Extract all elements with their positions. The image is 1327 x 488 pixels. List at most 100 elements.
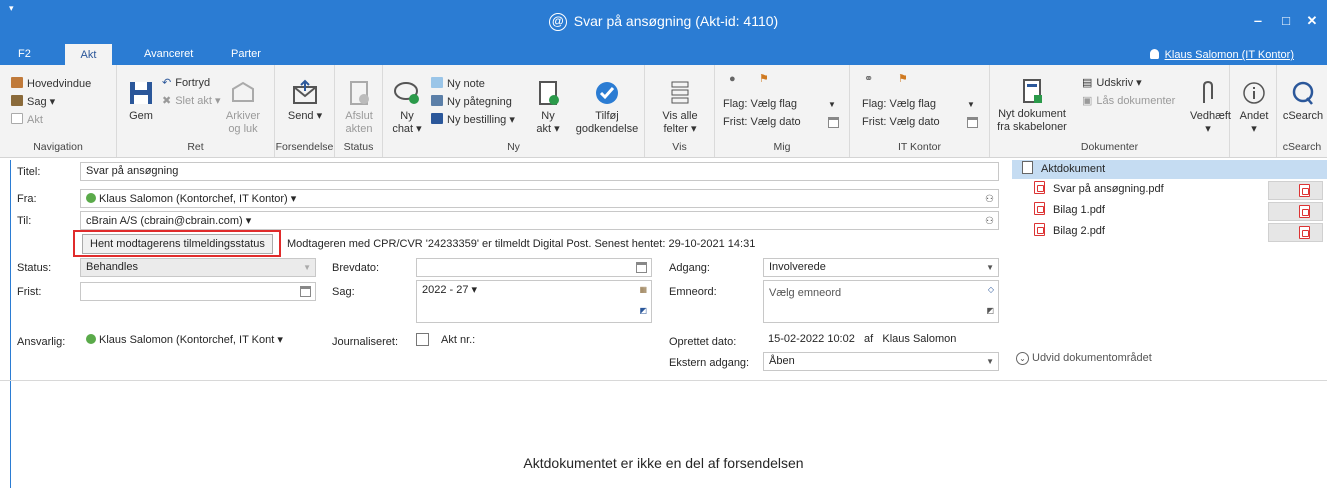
afslut-button[interactable]: Afslut akten — [339, 79, 379, 136]
document-name: Svar på ansøgning.pdf — [1053, 183, 1164, 195]
undo-icon: ↶ — [162, 77, 172, 89]
frist-calendar-icon[interactable] — [300, 286, 311, 297]
tag-icon[interactable]: ◇ — [988, 285, 994, 294]
it-flag[interactable]: Flag: Vælg flag — [862, 98, 936, 111]
ny-bestilling-button[interactable]: Ny bestilling ▾ — [431, 113, 515, 127]
tilfoej-godkendelse-button[interactable]: Tilføj godkendelse — [573, 79, 641, 136]
it-calendar-icon[interactable] — [967, 117, 978, 128]
laas-button[interactable]: ▣ Lås dokumenter — [1082, 95, 1175, 108]
people-icon-til[interactable]: ⚇ — [985, 216, 994, 227]
ny-paategning-button[interactable]: Ny påtegning — [431, 95, 512, 109]
group-mig: ● ⚑ Flag: Vælg flag ▼ Frist: Vælg dato M… — [715, 65, 850, 157]
ribbon: Hovedvindue Sag ▾ Akt Navigation Gem ↶ Fo… — [0, 65, 1327, 158]
document-format-select[interactable] — [1268, 181, 1323, 200]
nyt-dokument-label: Nyt dokument fra skabeloner — [997, 108, 1067, 133]
group-forsendelse: Send ▾ Forsendelse — [275, 65, 335, 157]
adgang-select[interactable]: Involverede ▼ — [763, 258, 999, 277]
fields-icon — [671, 81, 689, 104]
tab-parter[interactable]: Parter — [231, 48, 261, 60]
brevdato-field[interactable] — [416, 258, 652, 277]
vedhaeft-button[interactable]: Vedhæft ▾ — [1190, 79, 1231, 136]
lock-icon: ▣ — [1082, 95, 1093, 107]
ekstern-adgang-select[interactable]: Åben ▼ — [763, 352, 999, 371]
maximize-button[interactable]: □ — [1276, 13, 1296, 28]
flag-icon: ⚑ — [759, 73, 769, 85]
akt-button[interactable]: Akt — [11, 113, 43, 127]
ny-akt-button[interactable]: Ny akt ▾ — [533, 79, 563, 136]
case-link-icon[interactable]: ▦ — [639, 285, 647, 294]
ny-note-button[interactable]: Ny note — [431, 77, 485, 91]
chevron-down-icon-ekstern: ▼ — [986, 357, 994, 366]
oprettet-label: Oprettet dato: — [669, 336, 737, 348]
csearch-button[interactable]: cSearch — [1281, 79, 1325, 123]
udvid-button[interactable]: ⌄ Udvid dokumentområdet — [1016, 352, 1152, 365]
ny-chat-label: Ny chat ▾ — [392, 110, 422, 135]
gem-button[interactable]: Gem — [123, 79, 159, 123]
open-icon[interactable]: ◩ — [639, 306, 647, 315]
mig-flag[interactable]: Flag: Vælg flag — [723, 98, 797, 111]
journaliseret-checkbox[interactable] — [416, 333, 429, 346]
status-select[interactable]: Behandles ▼ — [80, 258, 316, 277]
mig-calendar-icon[interactable] — [828, 117, 839, 128]
titel-label: Titel: — [17, 166, 41, 178]
group-icon: ⚭ — [864, 73, 874, 85]
close-button[interactable]: ✕ — [1302, 13, 1322, 29]
group-label-mig: Mig — [773, 141, 791, 153]
fortryd-button[interactable]: ↶ Fortryd — [162, 77, 210, 90]
hovedvindue-button[interactable]: Hovedvindue — [11, 77, 91, 91]
ny-chat-button[interactable]: Ny chat ▾ — [389, 79, 425, 136]
group-label-forsendelse: Forsendelse — [275, 141, 334, 153]
ansvarlig-field[interactable]: Klaus Salomon (Kontorchef, IT Kont ▾ — [80, 330, 316, 349]
group-label-ret: Ret — [187, 141, 204, 153]
document-panel: Aktdokument Svar på ansøgning.pdf Bilag … — [1012, 160, 1327, 380]
arkiver-button[interactable]: Arkiver og luk — [223, 79, 263, 136]
fra-field[interactable]: Klaus Salomon (Kontorchef, IT Kontor) ▾ ⚇ — [80, 189, 999, 208]
hovedvindue-label: Hovedvindue — [27, 78, 92, 90]
document-format-select[interactable] — [1268, 202, 1323, 221]
akt-label: Akt — [27, 114, 43, 126]
save-icon — [130, 82, 152, 104]
group-csearch: cSearch cSearch — [1277, 65, 1327, 157]
sag-field[interactable]: 2022 - 27 ▾ ▦ ◩ — [416, 280, 652, 323]
sag-value: 2022 - 27 ▾ — [422, 284, 478, 296]
brevdato-calendar-icon[interactable] — [636, 262, 647, 273]
tab-akt[interactable]: Akt — [65, 44, 112, 65]
oprettet-date: 15-02-2022 10:02 — [768, 333, 855, 345]
udskriv-button[interactable]: ▤ Udskriv ▾ — [1082, 77, 1142, 90]
emneord-field[interactable]: Vælg emneord ◇ ◩ — [763, 280, 999, 323]
nyt-dokument-button[interactable]: Nyt dokument fra skabeloner — [994, 77, 1070, 134]
app-logo-icon: @ — [548, 13, 567, 31]
mig-flag-dropdown-icon[interactable]: ▼ — [828, 98, 836, 111]
titel-field[interactable]: Svar på ansøgning — [80, 162, 999, 181]
people-icon[interactable]: ⚇ — [985, 194, 994, 205]
andet-button[interactable]: Andet ▾ — [1236, 79, 1272, 136]
minimize-button[interactable]: ‒ — [1248, 13, 1268, 28]
document-main-row[interactable]: Aktdokument — [1012, 160, 1327, 179]
group-label-ny: Ny — [507, 141, 520, 153]
print-icon: ▤ — [1082, 77, 1093, 89]
template-icon — [1023, 79, 1042, 103]
tab-f2[interactable]: F2 — [18, 48, 31, 60]
ekstern-adgang-value: Åben — [769, 355, 795, 367]
pdf-format-icon — [1299, 205, 1310, 218]
vis-alle-felter-button[interactable]: Vis alle felter ▾ — [657, 79, 703, 136]
afslut-label: Afslut akten — [345, 110, 373, 135]
send-button[interactable]: Send ▾ — [283, 79, 327, 123]
emneord-value: Vælg emneord — [769, 287, 842, 299]
document-format-select[interactable] — [1268, 223, 1323, 242]
slet-akt-button[interactable]: ✖ Slet akt ▾ — [162, 95, 220, 108]
group-it-kontor: ⚭ ⚑ Flag: Vælg flag ▼ Frist: Vælg dato I… — [850, 65, 990, 157]
tab-avanceret[interactable]: Avanceret — [144, 48, 193, 60]
tilfoej-godkendelse-label: Tilføj godkendelse — [575, 110, 639, 135]
mig-frist[interactable]: Frist: Vælg dato — [723, 116, 801, 129]
pdf-format-icon — [1299, 184, 1310, 197]
it-frist[interactable]: Frist: Vælg dato — [862, 116, 940, 129]
it-flag-dropdown-icon[interactable]: ▼ — [967, 98, 975, 111]
frist-field[interactable] — [80, 282, 316, 301]
til-label: Til: — [17, 215, 32, 227]
ny-akt-label: Ny akt ▾ — [536, 110, 560, 135]
edit-icon[interactable]: ◩ — [986, 306, 994, 315]
til-field[interactable]: cBrain A/S (cbrain@cbrain.com) ▾ ⚇ — [80, 211, 999, 230]
user-link[interactable]: Klaus Salomon (IT Kontor) — [1149, 49, 1294, 61]
sag-button[interactable]: Sag ▾ — [11, 95, 55, 109]
